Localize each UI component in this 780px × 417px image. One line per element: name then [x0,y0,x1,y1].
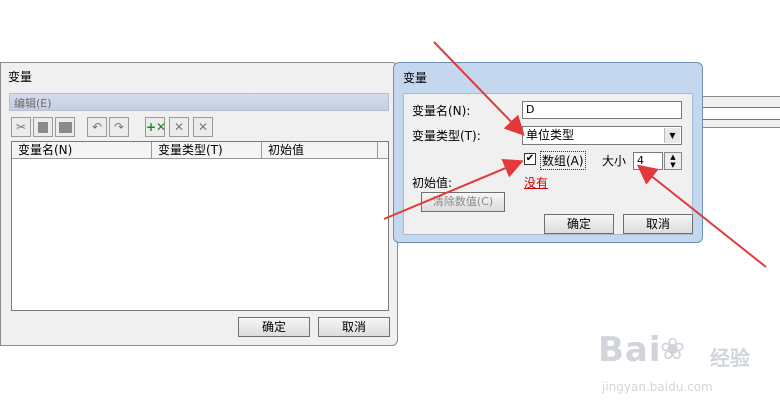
delete-all-icon[interactable]: ✕ [193,117,213,137]
edit-menu-label: 编辑(E) [14,97,52,110]
copy-icon[interactable] [33,117,53,137]
add-variable-icon[interactable]: +✕ [145,117,166,137]
cancel-button[interactable]: 取消 [318,317,390,337]
background-window [700,96,780,128]
baidu-watermark: Bai ❀ 经验 jingyan.baidu.com [598,330,773,405]
name-input[interactable]: D [522,101,682,119]
variables-dialog: 变量 编辑(E) ✂ ↶ ↷ +✕ ✕ ✕ 变量名(N) 变量类型(T) 初始值… [0,62,398,346]
edit-menu[interactable]: 编辑(E) [9,93,389,111]
dialog-title: 变量 [403,71,428,85]
initial-value-link[interactable]: 没有 [524,174,548,191]
list-header: 变量名(N) 变量类型(T) 初始值 [12,142,388,159]
delete-icon[interactable]: ✕ [169,117,189,137]
ok-button[interactable]: 确定 [544,214,614,234]
type-select[interactable]: 单位类型 ▼ [522,126,682,145]
undo-icon[interactable]: ↶ [87,117,107,137]
cancel-button[interactable]: 取消 [623,214,693,234]
watermark-brand: Bai [598,330,662,370]
variable-dialog: 变量 变量名(N): D 变量类型(T): 单位类型 ▼ ✔ 数组(A) 大小 … [393,62,703,243]
size-spinner[interactable]: ▲ ▼ [664,152,682,170]
initial-value-label: 初始值: [412,176,453,190]
ok-button[interactable]: 确定 [238,317,310,337]
watermark-url: jingyan.baidu.com [602,380,713,394]
watermark-brand-cn: 经验 [710,346,750,370]
size-input[interactable]: 4 [633,152,663,170]
paw-icon: ❀ [660,332,686,367]
array-label[interactable]: 数组(A) [540,151,586,170]
paste-icon[interactable] [55,117,75,137]
type-select-value: 单位类型 [526,128,575,142]
variables-list[interactable]: 变量名(N) 变量类型(T) 初始值 [11,141,389,311]
size-label: 大小 [602,154,627,168]
clear-values-button[interactable]: 清除数值(C) [421,192,505,212]
dialog-body: 变量名(N): D 变量类型(T): 单位类型 ▼ ✔ 数组(A) 大小 4 ▲… [403,93,693,235]
column-initial-value[interactable]: 初始值 [262,142,378,158]
column-type[interactable]: 变量类型(T) [152,142,262,158]
type-label: 变量类型(T): [412,129,481,143]
column-name[interactable]: 变量名(N) [12,142,152,158]
redo-icon[interactable]: ↷ [109,117,129,137]
dialog-title: 变量 [8,70,33,84]
chevron-down-icon[interactable]: ▼ [664,128,680,143]
name-label: 变量名(N): [412,104,471,118]
array-checkbox[interactable]: ✔ [524,153,536,165]
cut-icon[interactable]: ✂ [11,117,31,137]
